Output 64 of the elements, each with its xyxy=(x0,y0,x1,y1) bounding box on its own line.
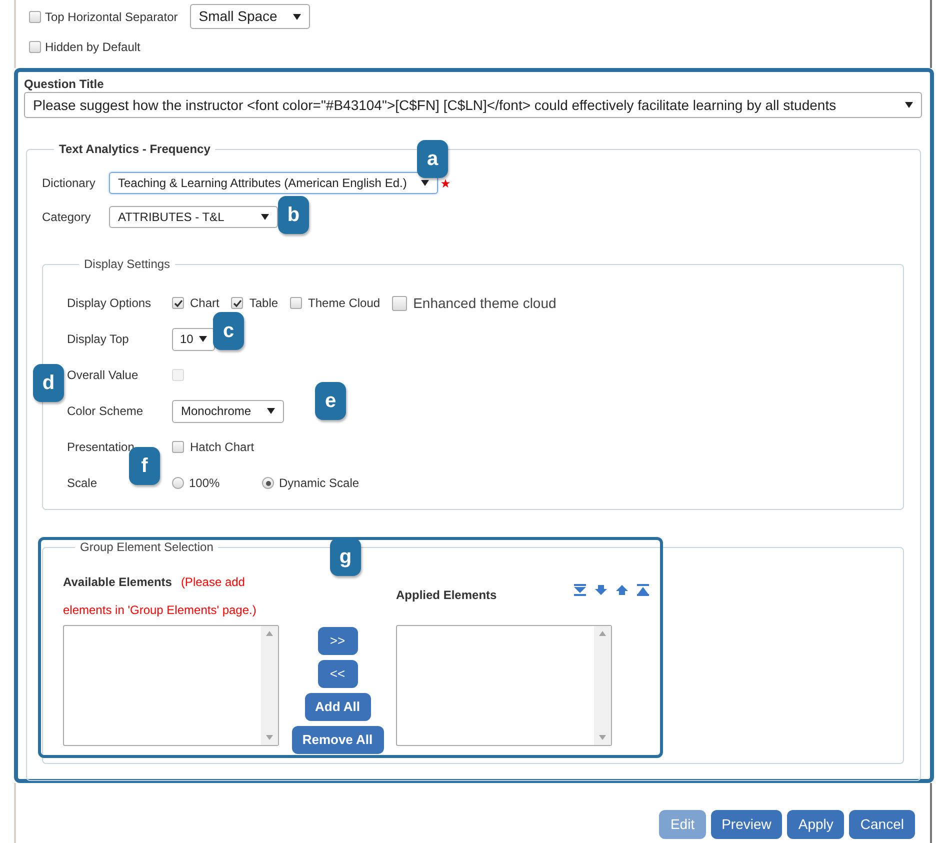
field-label: Display Options xyxy=(67,295,152,312)
field-label: Question Title xyxy=(24,76,105,92)
move-to-bottom-icon[interactable] xyxy=(573,584,587,596)
checkbox-label: Top Horizontal Separator xyxy=(45,8,178,26)
list-box[interactable] xyxy=(63,625,279,746)
caret-icon xyxy=(421,180,429,186)
checkmark-icon xyxy=(174,298,182,308)
checkbox-label: Hidden by Default xyxy=(45,39,140,56)
callout-badge: e xyxy=(315,382,346,420)
callout-badge: g xyxy=(330,538,361,576)
move-down-icon[interactable] xyxy=(594,584,608,596)
caret-icon xyxy=(199,336,207,342)
radio-button[interactable] xyxy=(172,477,184,489)
action-button[interactable]: Preview xyxy=(710,810,782,839)
checkbox[interactable] xyxy=(290,297,302,309)
dictionary-dropdown[interactable]: Teaching & Learning Attributes (American English Ed.) xyxy=(109,172,438,194)
caret-icon xyxy=(261,214,269,220)
checkbox[interactable] xyxy=(231,297,244,309)
callout-badge: b xyxy=(278,196,309,234)
caret-icon xyxy=(267,408,275,414)
field-label: Applied Elements xyxy=(396,587,497,604)
question-title-dropdown[interactable]: Please suggest how the instructor <font color="#B43104">[C$FN] [C$LN]</font> could effectively facilitate learning by all students xyxy=(24,92,922,118)
checkbox-label: Enhanced theme cloud xyxy=(413,294,556,312)
caret-icon xyxy=(292,14,301,20)
move-up-icon[interactable] xyxy=(615,584,629,596)
checkbox[interactable] xyxy=(392,296,408,310)
callout-badge: c xyxy=(213,312,244,350)
callout-badge: a xyxy=(417,140,448,178)
checkmark-icon xyxy=(232,298,242,308)
action-button[interactable]: Apply xyxy=(787,810,844,839)
move-button[interactable]: >> xyxy=(318,627,358,655)
category-dropdown[interactable]: ATTRIBUTES - T&L xyxy=(109,206,278,228)
caret-icon xyxy=(905,102,913,108)
panel-legend: Display Settings xyxy=(79,256,176,272)
checkbox-label: Chart xyxy=(190,295,220,312)
move-button[interactable]: Add All xyxy=(304,693,370,721)
field-label: Available Elements (Please add elements in 'Group Elements' page.) xyxy=(63,574,258,619)
field-label: Display Top xyxy=(67,331,130,348)
callout-badge: d xyxy=(33,364,64,402)
checkbox-label: Table xyxy=(249,295,278,312)
move-button[interactable]: << xyxy=(318,660,358,688)
field-label: Category xyxy=(42,209,92,226)
checkbox[interactable] xyxy=(172,441,184,453)
panel-legend: Text Analytics - Frequency xyxy=(54,141,216,157)
radio-button[interactable] xyxy=(262,477,274,489)
field-label: Dictionary xyxy=(42,175,96,192)
move-to-top-icon[interactable] xyxy=(636,584,650,596)
action-button[interactable]: Cancel xyxy=(849,810,915,839)
list-box[interactable] xyxy=(396,625,612,746)
checkbox[interactable] xyxy=(29,10,41,22)
field-label: Color Scheme xyxy=(67,403,144,420)
radio-label: Dynamic Scale xyxy=(279,475,360,492)
display-top-dropdown[interactable]: 10 xyxy=(172,328,215,350)
checkbox-label: Theme Cloud xyxy=(308,295,380,312)
spacing-dropdown[interactable]: Small Space xyxy=(190,4,310,29)
checkbox[interactable] xyxy=(29,41,41,53)
field-label: Scale xyxy=(67,475,98,492)
panel-legend: Group Element Selection xyxy=(75,539,218,555)
color-scheme-dropdown[interactable]: Monochrome xyxy=(172,400,284,422)
checkbox[interactable] xyxy=(172,297,184,309)
move-button[interactable]: Remove All xyxy=(292,726,384,754)
field-label: Overall Value xyxy=(67,367,140,384)
checkbox-label: Hatch Chart xyxy=(190,439,254,456)
radio-label: 100% xyxy=(189,475,220,492)
